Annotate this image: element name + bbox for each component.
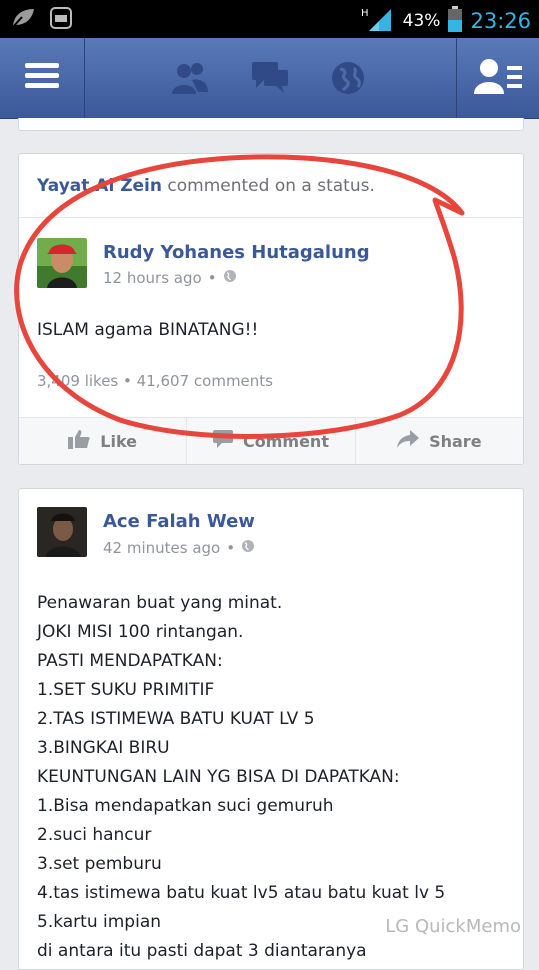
svg-text:H: H bbox=[361, 8, 369, 19]
post-line: 3.set pemburu bbox=[37, 854, 162, 874]
quickmemo-watermark: LG QuickMemo bbox=[385, 916, 521, 937]
status-bar: H 43% 23:26 bbox=[0, 0, 539, 38]
post-meta: 12 hours ago • bbox=[103, 269, 237, 287]
like-button[interactable]: Like bbox=[19, 418, 186, 464]
thumbs-up-icon bbox=[68, 429, 90, 453]
post-time[interactable]: 42 minutes ago bbox=[103, 539, 220, 557]
story-actions: Like Comment Share bbox=[19, 417, 523, 464]
post-text: ISLAM agama BINATANG!! bbox=[37, 320, 259, 340]
comment-button[interactable]: Comment bbox=[186, 418, 354, 464]
battery-percent: 43% bbox=[402, 11, 441, 31]
globe-icon bbox=[223, 269, 237, 287]
menu-icon bbox=[25, 62, 59, 94]
poster-name[interactable]: Ace Falah Wew bbox=[103, 511, 255, 532]
post-line: 1.SET SUKU PRIMITIF bbox=[37, 680, 215, 700]
share-icon bbox=[397, 430, 420, 452]
avatar[interactable] bbox=[37, 238, 87, 288]
avatar[interactable] bbox=[37, 507, 87, 557]
comment-icon bbox=[213, 430, 233, 452]
friends-list-button[interactable] bbox=[456, 38, 539, 118]
post-line: 3.BINGKAI BIRU bbox=[37, 738, 170, 758]
post-line: 2.TAS ISTIMEWA BATU KUAT LV 5 bbox=[37, 709, 315, 729]
post-line: Penawaran buat yang minat. bbox=[37, 593, 283, 613]
story-actor-link[interactable]: Yayat Al Zein bbox=[37, 176, 162, 196]
messages-icon[interactable] bbox=[250, 60, 290, 100]
like-label: Like bbox=[100, 431, 138, 451]
network-signal-icon: H bbox=[361, 6, 395, 36]
post-line: 1.Bisa mendapatkan suci gemuruh bbox=[37, 796, 334, 816]
clock: 23:26 bbox=[470, 9, 531, 33]
post-line: PASTI MENDAPATKAN: bbox=[37, 651, 223, 671]
likes-count: 3,409 likes bbox=[37, 372, 119, 390]
divider bbox=[19, 217, 523, 218]
post-meta: 42 minutes ago • bbox=[103, 539, 255, 557]
story-card: Ace Falah Wew 42 minutes ago • Penawaran… bbox=[18, 488, 524, 970]
post-line: di antara itu pasti dapat 3 diantaranya bbox=[37, 941, 367, 961]
post-text: Penawaran buat yang minat. JOKI MISI 100… bbox=[37, 589, 445, 966]
story-header-text: commented on a status. bbox=[162, 176, 375, 196]
top-navigation-bar bbox=[0, 38, 539, 119]
post-counts[interactable]: 3,409 likes • 41,607 comments bbox=[37, 372, 273, 390]
friend-requests-icon[interactable] bbox=[170, 60, 210, 100]
globe-icon bbox=[241, 539, 255, 557]
story-card: Yayat Al Zein commented on a status. Rud… bbox=[18, 153, 524, 465]
comments-count: 41,607 comments bbox=[136, 372, 273, 390]
share-button[interactable]: Share bbox=[354, 418, 523, 464]
menu-button[interactable] bbox=[0, 38, 85, 118]
comment-label: Comment bbox=[243, 431, 329, 451]
battery-icon bbox=[448, 6, 463, 36]
leaf-icon bbox=[10, 7, 36, 33]
post-line: 4.tas istimewa batu kuat lv5 atau batu k… bbox=[37, 883, 446, 903]
share-label: Share bbox=[429, 431, 482, 451]
bbm-icon bbox=[50, 7, 72, 33]
post-time[interactable]: 12 hours ago bbox=[103, 269, 202, 287]
story-header: Yayat Al Zein commented on a status. bbox=[37, 176, 375, 196]
previous-story-card bbox=[18, 118, 524, 131]
poster-name[interactable]: Rudy Yohanes Hutagalung bbox=[103, 242, 370, 263]
post-line: 5.kartu impian bbox=[37, 912, 162, 932]
notifications-globe-icon[interactable] bbox=[330, 60, 366, 100]
post-line: KEUNTUNGAN LAIN YG BISA DI DAPATKAN: bbox=[37, 767, 400, 787]
friends-list-icon bbox=[473, 56, 523, 100]
post-line: JOKI MISI 100 rintangan. bbox=[37, 622, 244, 642]
post-line: 2.suci hancur bbox=[37, 825, 152, 845]
